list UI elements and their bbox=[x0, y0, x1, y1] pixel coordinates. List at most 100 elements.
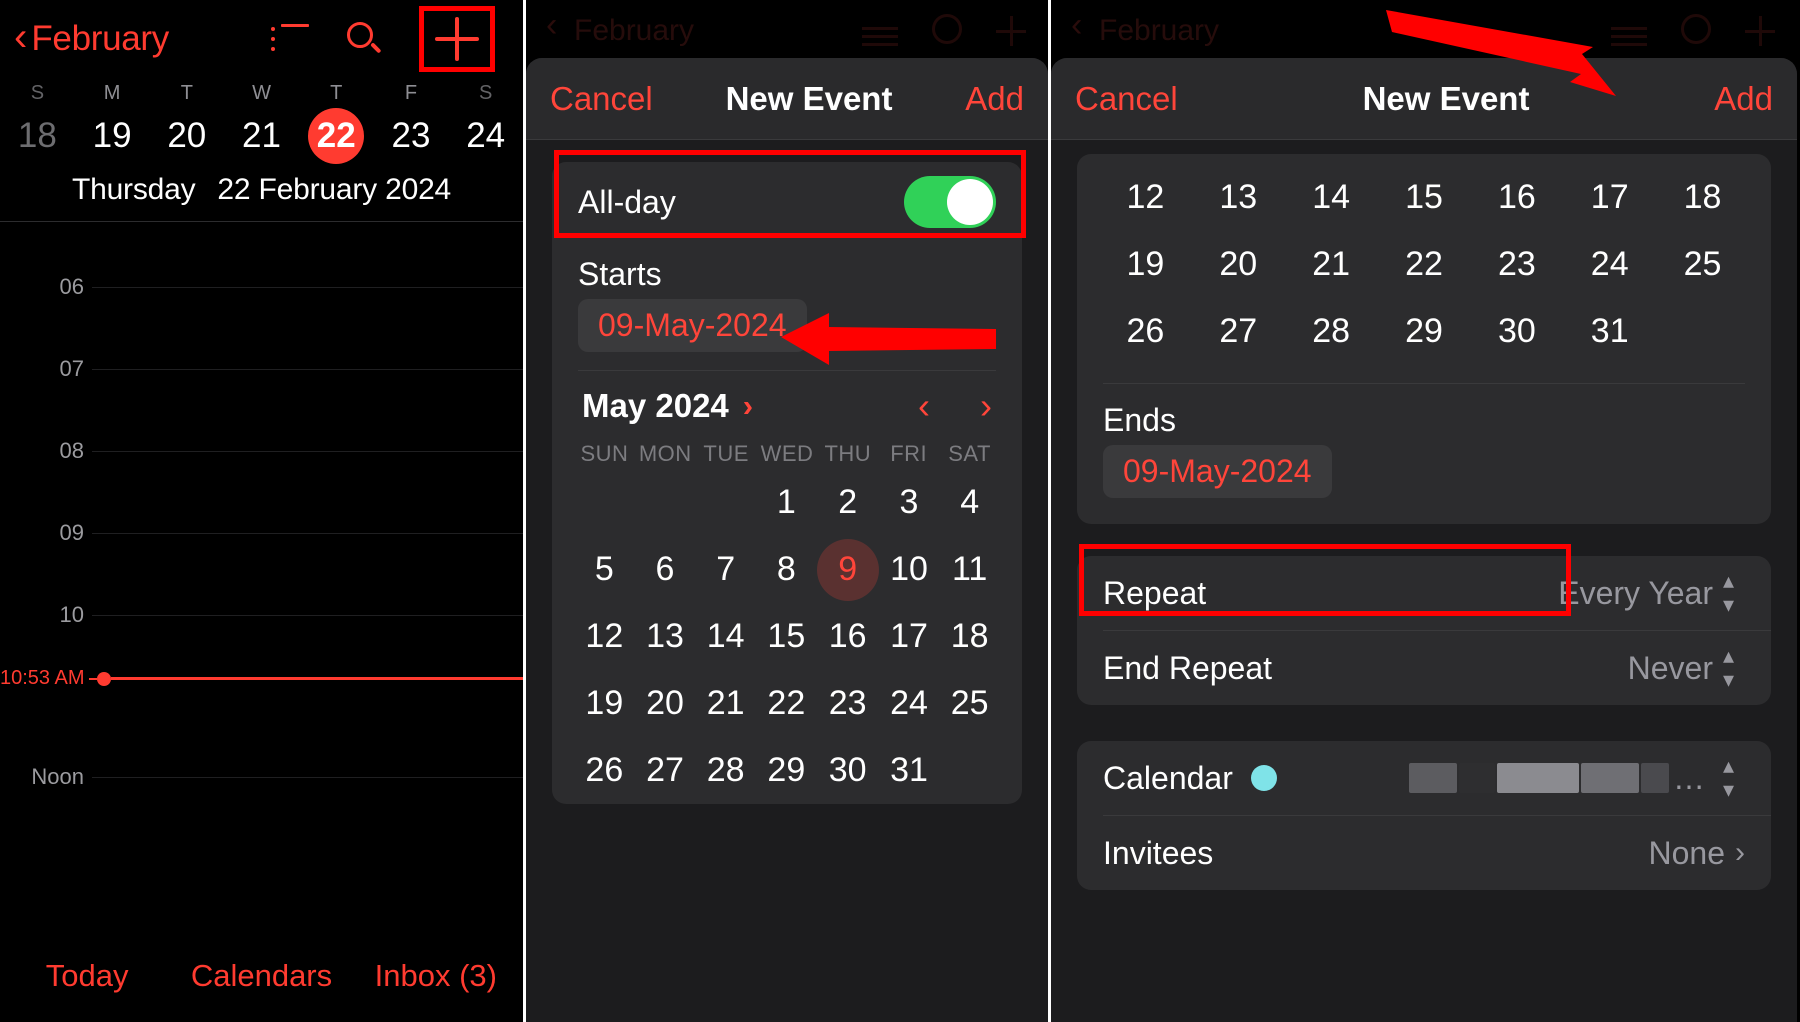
picker-day-number: 27 bbox=[1219, 312, 1258, 350]
picker-day[interactable]: 17 bbox=[1563, 164, 1656, 231]
stepper-icon[interactable] bbox=[1723, 753, 1745, 803]
chevron-right-icon[interactable]: › bbox=[1735, 836, 1745, 870]
calendar-row[interactable]: Calendar … bbox=[1077, 741, 1771, 815]
event-details-group: All-day Starts 09-May-2024 May 2024 › ‹ … bbox=[552, 162, 1022, 804]
starts-date-chip[interactable]: 09-May-2024 bbox=[578, 299, 807, 352]
invitees-row[interactable]: Invitees None › bbox=[1077, 816, 1771, 890]
picker-day[interactable]: 27 bbox=[1192, 298, 1285, 365]
picker-day[interactable]: 14 bbox=[695, 603, 756, 670]
ends-date-chip[interactable]: 09-May-2024 bbox=[1103, 445, 1332, 498]
picker-day-grid[interactable]: 1 2 3 4 5 6 7 8 9 10 11 12 13 14 15 16 17 18 19 20 21 22 23 24 2… bbox=[552, 469, 1022, 804]
picker-day[interactable]: 28 bbox=[1285, 298, 1378, 365]
picker-day[interactable]: 21 bbox=[695, 670, 756, 737]
picker-day[interactable]: 14 bbox=[1285, 164, 1378, 231]
picker-day[interactable]: 27 bbox=[635, 737, 696, 804]
picker-day[interactable]: 24 bbox=[879, 670, 940, 737]
picker-day[interactable]: 5 bbox=[574, 536, 635, 603]
cancel-button[interactable]: Cancel bbox=[550, 80, 653, 118]
picker-day[interactable]: 29 bbox=[756, 737, 817, 804]
picker-day[interactable]: 13 bbox=[635, 603, 696, 670]
picker-day[interactable]: 16 bbox=[1470, 164, 1563, 231]
repeat-row[interactable]: Repeat Every Year bbox=[1077, 556, 1771, 630]
picker-day[interactable]: 21 bbox=[1285, 231, 1378, 298]
all-day-toggle[interactable] bbox=[904, 176, 996, 228]
week-day-cell[interactable]: 24 bbox=[448, 116, 523, 156]
picker-day-number: 25 bbox=[1683, 245, 1722, 283]
picker-day[interactable]: 30 bbox=[1470, 298, 1563, 365]
repeat-value-wrap[interactable]: Every Year bbox=[1558, 568, 1745, 618]
picker-day-selected[interactable]: 9 bbox=[816, 536, 879, 603]
picker-month-year[interactable]: May 2024 bbox=[582, 387, 729, 425]
picker-day[interactable]: 6 bbox=[635, 536, 696, 603]
add-event-button[interactable] bbox=[419, 6, 495, 72]
picker-day[interactable]: 8 bbox=[756, 536, 817, 603]
picker-day[interactable]: 23 bbox=[1470, 231, 1563, 298]
picker-day[interactable]: 7 bbox=[695, 536, 756, 603]
picker-day[interactable]: 1 bbox=[756, 469, 817, 536]
add-button[interactable]: Add bbox=[965, 80, 1024, 118]
picker-day[interactable]: 31 bbox=[879, 737, 940, 804]
list-icon[interactable] bbox=[271, 24, 309, 54]
picker-day[interactable]: 20 bbox=[635, 670, 696, 737]
tab-today[interactable]: Today bbox=[0, 958, 174, 994]
chevron-right-icon[interactable]: › bbox=[743, 388, 753, 424]
tab-calendars[interactable]: Calendars bbox=[174, 958, 348, 994]
invitees-value-wrap[interactable]: None › bbox=[1649, 835, 1746, 872]
picker-day[interactable]: 18 bbox=[1656, 164, 1749, 231]
picker-day[interactable]: 19 bbox=[1099, 231, 1192, 298]
all-day-row[interactable]: All-day bbox=[552, 162, 1022, 242]
picker-day-grid[interactable]: 12 13 14 15 16 17 18 19 20 21 22 23 24 25 26 27 28 29 30 31 bbox=[1077, 154, 1771, 365]
picker-day[interactable]: 16 bbox=[817, 603, 879, 670]
week-day-cell[interactable]: 20 bbox=[149, 116, 224, 156]
picker-day[interactable]: 12 bbox=[1099, 164, 1192, 231]
stepper-icon[interactable] bbox=[1723, 643, 1745, 693]
sheet-title: New Event bbox=[725, 79, 893, 117]
picker-day[interactable]: 20 bbox=[1192, 231, 1285, 298]
picker-day[interactable]: 15 bbox=[756, 603, 817, 670]
picker-day[interactable]: 22 bbox=[756, 670, 817, 737]
next-month-button[interactable]: › bbox=[980, 385, 992, 427]
picker-day[interactable]: 25 bbox=[939, 670, 1000, 737]
search-icon[interactable] bbox=[345, 20, 383, 58]
picker-day[interactable]: 26 bbox=[1099, 298, 1192, 365]
picker-day[interactable]: 19 bbox=[574, 670, 635, 737]
end-repeat-value-wrap[interactable]: Never bbox=[1628, 643, 1745, 693]
picker-day[interactable]: 11 bbox=[939, 536, 1000, 603]
picker-day[interactable]: 15 bbox=[1378, 164, 1471, 231]
picker-day-number: 19 bbox=[1126, 245, 1165, 283]
picker-day[interactable]: 13 bbox=[1192, 164, 1285, 231]
picker-day[interactable]: 31 bbox=[1563, 298, 1656, 365]
stepper-icon[interactable] bbox=[1723, 568, 1745, 618]
day-timeline[interactable]: 06 07 08 09 10 Noon 10:53 AM bbox=[0, 222, 523, 852]
picker-day[interactable]: 3 bbox=[879, 469, 940, 536]
picker-day[interactable]: 26 bbox=[574, 737, 635, 804]
prev-month-button[interactable]: ‹ bbox=[918, 385, 930, 427]
picker-day[interactable]: 29 bbox=[1378, 298, 1471, 365]
add-button[interactable]: Add bbox=[1714, 80, 1773, 118]
picker-day[interactable]: 17 bbox=[879, 603, 940, 670]
picker-day[interactable]: 12 bbox=[574, 603, 635, 670]
picker-day[interactable]: 22 bbox=[1378, 231, 1471, 298]
chevron-left-icon[interactable]: ‹ bbox=[14, 17, 27, 57]
end-repeat-row[interactable]: End Repeat Never bbox=[1077, 631, 1771, 705]
tab-inbox[interactable]: Inbox (3) bbox=[349, 958, 523, 994]
picker-day[interactable]: 10 bbox=[879, 536, 940, 603]
picker-day[interactable]: 2 bbox=[817, 469, 879, 536]
picker-day[interactable]: 23 bbox=[817, 670, 879, 737]
month-title[interactable]: February bbox=[31, 19, 169, 59]
picker-day[interactable]: 4 bbox=[939, 469, 1000, 536]
cancel-button[interactable]: Cancel bbox=[1075, 80, 1178, 118]
week-day-cell[interactable]: 21 bbox=[224, 116, 299, 156]
picker-day[interactable]: 25 bbox=[1656, 231, 1749, 298]
picker-day[interactable]: 24 bbox=[1563, 231, 1656, 298]
week-day-cell[interactable]: 23 bbox=[374, 116, 449, 156]
picker-day-number: 18 bbox=[950, 617, 989, 655]
week-day-cell-selected[interactable]: 22 bbox=[299, 108, 374, 164]
week-day-cell[interactable]: 19 bbox=[75, 116, 150, 156]
week-day-cell[interactable]: 18 bbox=[0, 116, 75, 156]
picker-day[interactable]: 18 bbox=[939, 603, 1000, 670]
picker-day[interactable]: 30 bbox=[817, 737, 879, 804]
current-time-dot bbox=[96, 671, 111, 686]
picker-day[interactable]: 28 bbox=[695, 737, 756, 804]
dow-label: MON bbox=[638, 441, 692, 466]
